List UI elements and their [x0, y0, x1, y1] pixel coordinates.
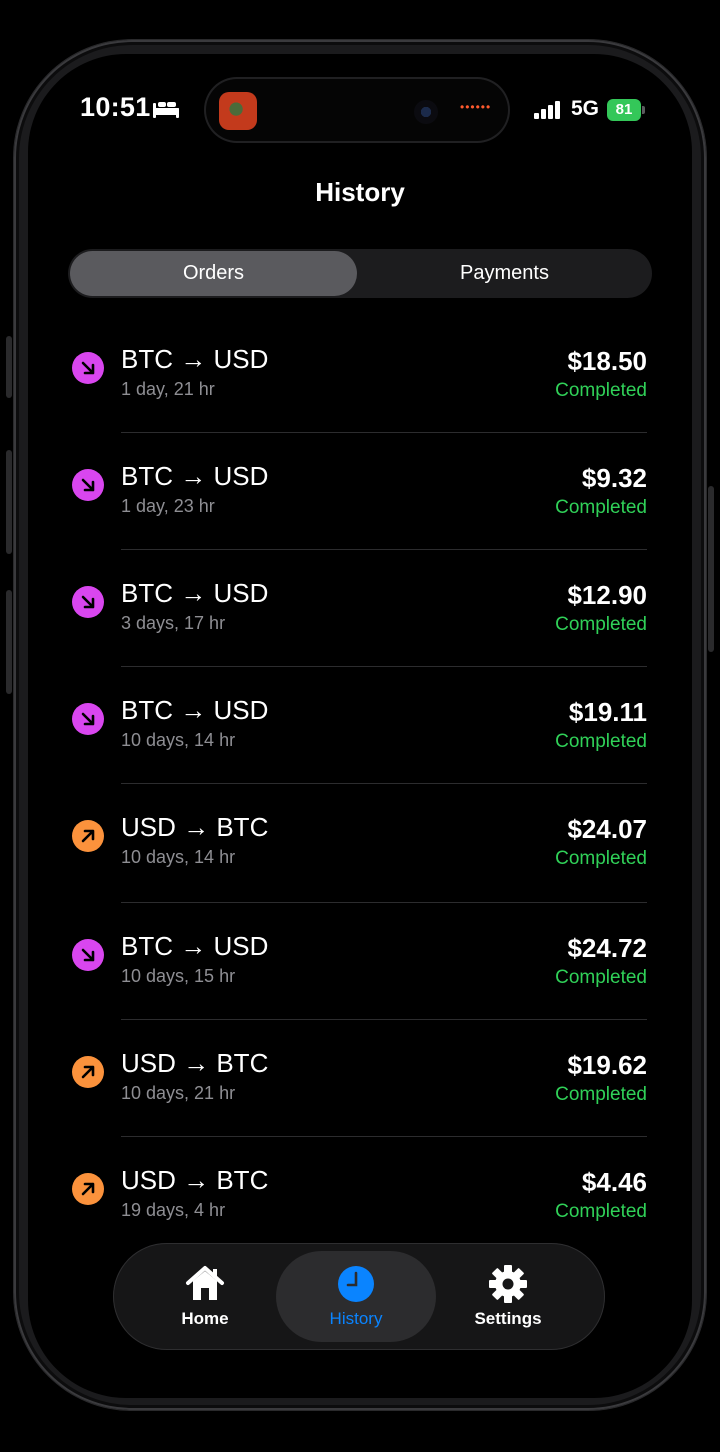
order-amount: $9.32: [581, 463, 647, 493]
order-status: Completed: [555, 731, 647, 752]
order-amount: $19.62: [567, 1050, 647, 1080]
order-time: 1 day, 23 hr: [121, 496, 215, 516]
order-row[interactable]: BTC → USD 10 days, 14 hr $19.11 Complete…: [0, 667, 720, 784]
order-amount: $24.72: [567, 933, 647, 963]
order-time: 3 days, 17 hr: [121, 613, 226, 633]
orders-list: BTC → USD 1 day, 21 hr $18.50 Completed …: [0, 316, 720, 1254]
order-time: 10 days, 14 hr: [121, 847, 236, 867]
cellular-signal-icon: [534, 101, 560, 119]
buy-arrow-icon: [72, 820, 104, 852]
tab-home[interactable]: Home: [125, 1251, 285, 1342]
tab-history-label: History: [329, 1309, 383, 1328]
battery-nub: [642, 106, 645, 114]
order-pair: BTC → USD: [121, 578, 269, 608]
page-title: History: [315, 177, 405, 207]
order-time: 19 days, 4 hr: [121, 1200, 226, 1220]
buy-arrow-icon: [72, 1173, 104, 1205]
order-pair: BTC → USD: [121, 344, 269, 374]
order-row[interactable]: BTC → USD 1 day, 21 hr $18.50 Completed: [0, 316, 720, 433]
order-time: 10 days, 21 hr: [121, 1083, 236, 1103]
tab-bar: Home History Settings: [113, 1243, 605, 1350]
tab-history[interactable]: History: [276, 1251, 436, 1342]
order-row[interactable]: BTC → USD 10 days, 15 hr $24.72 Complete…: [0, 903, 720, 1020]
clock-icon: [338, 1266, 374, 1302]
network-type: 5G: [571, 97, 600, 120]
order-row[interactable]: BTC → USD 3 days, 17 hr $12.90 Completed: [0, 550, 720, 667]
front-camera: [414, 100, 438, 124]
status-time: 10:51: [80, 92, 151, 122]
order-status: Completed: [555, 497, 647, 518]
order-amount: $19.11: [568, 697, 647, 727]
gear-icon: [489, 1265, 527, 1303]
order-pair: BTC → USD: [121, 931, 269, 961]
recording-indicator-icon: ••••••: [460, 100, 492, 114]
sell-arrow-icon: [72, 703, 104, 735]
order-status: Completed: [555, 848, 647, 869]
order-status: Completed: [555, 380, 647, 401]
segmented-control: Orders Payments: [68, 249, 652, 298]
order-pair: BTC → USD: [121, 461, 269, 491]
order-status: Completed: [555, 614, 647, 635]
tab-payments[interactable]: Payments: [359, 251, 650, 296]
order-status: Completed: [555, 967, 647, 988]
sell-arrow-icon: [72, 586, 104, 618]
order-amount: $4.46: [581, 1167, 647, 1197]
sell-arrow-icon: [72, 469, 104, 501]
order-amount: $12.90: [567, 580, 647, 610]
order-row[interactable]: BTC → USD 1 day, 23 hr $9.32 Completed: [0, 433, 720, 550]
sleep-focus-icon: [153, 102, 179, 118]
order-time: 1 day, 21 hr: [121, 379, 215, 399]
sell-arrow-icon: [72, 352, 104, 384]
tab-orders[interactable]: Orders: [70, 251, 357, 296]
tab-settings[interactable]: Settings: [428, 1251, 588, 1342]
order-amount: $18.50: [567, 346, 647, 376]
order-status: Completed: [555, 1201, 647, 1222]
sell-arrow-icon: [72, 939, 104, 971]
battery-indicator: 81: [607, 99, 641, 121]
order-pair: BTC → USD: [121, 695, 269, 725]
buy-arrow-icon: [72, 1056, 104, 1088]
live-activity-app-icon: [219, 92, 257, 130]
home-icon: [186, 1266, 224, 1300]
tab-settings-label: Settings: [474, 1309, 542, 1328]
order-row[interactable]: USD → BTC 19 days, 4 hr $4.46 Completed: [0, 1137, 720, 1254]
order-pair: USD → BTC: [121, 1048, 269, 1078]
order-row[interactable]: USD → BTC 10 days, 21 hr $19.62 Complete…: [0, 1020, 720, 1137]
order-row[interactable]: USD → BTC 10 days, 14 hr $24.07 Complete…: [0, 784, 720, 903]
order-amount: $24.07: [567, 814, 647, 844]
order-status: Completed: [555, 1084, 647, 1105]
order-time: 10 days, 14 hr: [121, 730, 236, 750]
order-time: 10 days, 15 hr: [121, 966, 236, 986]
order-pair: USD → BTC: [121, 1165, 269, 1195]
order-pair: USD → BTC: [121, 812, 269, 842]
tab-home-label: Home: [181, 1309, 229, 1328]
